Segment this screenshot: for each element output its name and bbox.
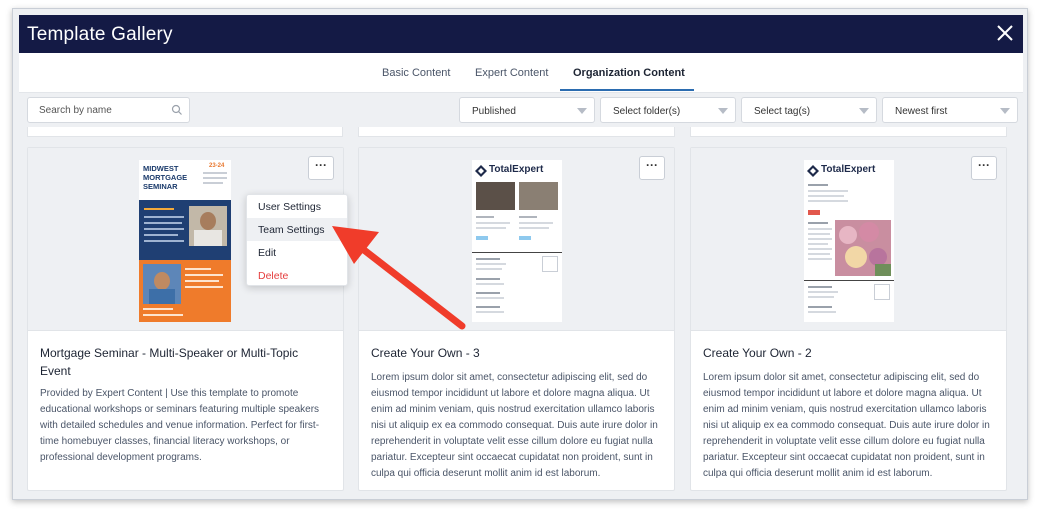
chevron-down-icon	[718, 108, 728, 114]
brand-logo-icon	[475, 165, 487, 177]
chevron-down-icon	[1000, 108, 1010, 114]
tab-organization-content[interactable]: Organization Content	[573, 67, 685, 79]
context-menu: User Settings Team Settings Edit Delete	[246, 194, 348, 286]
template-gallery-modal: Template Gallery Basic Content Expert Co…	[12, 8, 1028, 500]
template-thumbnail: MIDWEST MORTGAGE SEMINAR 23-24	[139, 160, 231, 322]
card-title: Mortgage Seminar - Multi-Speaker or Mult…	[40, 346, 299, 378]
menu-item-user-settings[interactable]: User Settings	[247, 195, 347, 218]
card-divider	[359, 330, 674, 331]
template-thumbnail: TotalExpert	[804, 160, 894, 322]
filter-toolbar: Search by name Published Select folder(s…	[19, 93, 1023, 127]
menu-item-edit[interactable]: Edit	[247, 241, 347, 264]
thumb-date: 23-24	[209, 163, 225, 169]
status-select[interactable]: Published	[459, 97, 595, 123]
speaker-photo	[189, 206, 227, 246]
template-thumbnail: TotalExpert	[472, 160, 562, 322]
menu-item-delete[interactable]: Delete	[247, 264, 347, 287]
thumb-header: MIDWEST MORTGAGE SEMINAR 23-24	[139, 160, 231, 200]
tab-expert-content[interactable]: Expert Content	[475, 67, 548, 79]
sort-select-value: Newest first	[895, 106, 948, 117]
template-card[interactable]: TotalExpert	[358, 147, 675, 491]
card-title: Create Your Own - 3	[371, 346, 480, 360]
menu-item-team-settings[interactable]: Team Settings	[247, 218, 347, 241]
brand-logo: TotalExpert	[475, 163, 559, 179]
speaker-section-blue	[139, 200, 231, 260]
card-description: Lorem ipsum dolor sit amet, consectetur …	[371, 372, 658, 479]
card-title: Create Your Own - 2	[703, 346, 812, 360]
card-divider	[28, 330, 343, 331]
card-divider	[691, 330, 1006, 331]
brand-logo-icon	[807, 165, 819, 177]
active-tab-indicator	[560, 89, 694, 91]
content-tabs: Basic Content Expert Content Organizatio…	[19, 53, 1023, 93]
thumb-heading: MIDWEST MORTGAGE SEMINAR	[143, 164, 188, 191]
speaker-section-orange	[139, 260, 231, 322]
flower-photo	[835, 220, 891, 276]
brand-name: TotalExpert	[821, 164, 876, 175]
close-icon	[997, 25, 1013, 41]
search-input[interactable]: Search by name	[27, 97, 190, 123]
search-icon	[171, 104, 182, 115]
tag-select[interactable]: Select tag(s)	[741, 97, 877, 123]
brand-name: TotalExpert	[489, 164, 544, 175]
speaker-photo	[143, 264, 181, 304]
previous-row-card	[27, 127, 343, 137]
card-description: Lorem ipsum dolor sit amet, consectetur …	[703, 372, 990, 479]
card-description: Provided by Expert Content | Use this te…	[40, 388, 320, 463]
modal-title: Template Gallery	[27, 24, 173, 45]
template-preview-area: TotalExpert ···	[691, 148, 1006, 330]
previous-row-card	[690, 127, 1007, 137]
folder-select-value: Select folder(s)	[613, 106, 681, 117]
tab-basic-content[interactable]: Basic Content	[382, 67, 450, 79]
brand-logo: TotalExpert	[807, 163, 891, 179]
chevron-down-icon	[577, 108, 587, 114]
more-options-button[interactable]: ···	[308, 156, 334, 180]
status-select-value: Published	[472, 106, 516, 117]
sort-select[interactable]: Newest first	[882, 97, 1018, 123]
modal-header: Template Gallery	[19, 15, 1023, 53]
tag-select-value: Select tag(s)	[754, 106, 811, 117]
close-button[interactable]	[991, 17, 1019, 49]
template-card[interactable]: TotalExpert	[690, 147, 1007, 491]
template-card[interactable]: MIDWEST MORTGAGE SEMINAR 23-24 ··· Mortg…	[27, 147, 348, 491]
template-preview-area: TotalExpert ···	[359, 148, 674, 330]
previous-row-card	[358, 127, 675, 137]
chevron-down-icon	[859, 108, 869, 114]
more-options-button[interactable]: ···	[971, 156, 997, 180]
search-placeholder: Search by name	[39, 105, 112, 116]
more-options-button[interactable]: ···	[639, 156, 665, 180]
folder-select[interactable]: Select folder(s)	[600, 97, 736, 123]
